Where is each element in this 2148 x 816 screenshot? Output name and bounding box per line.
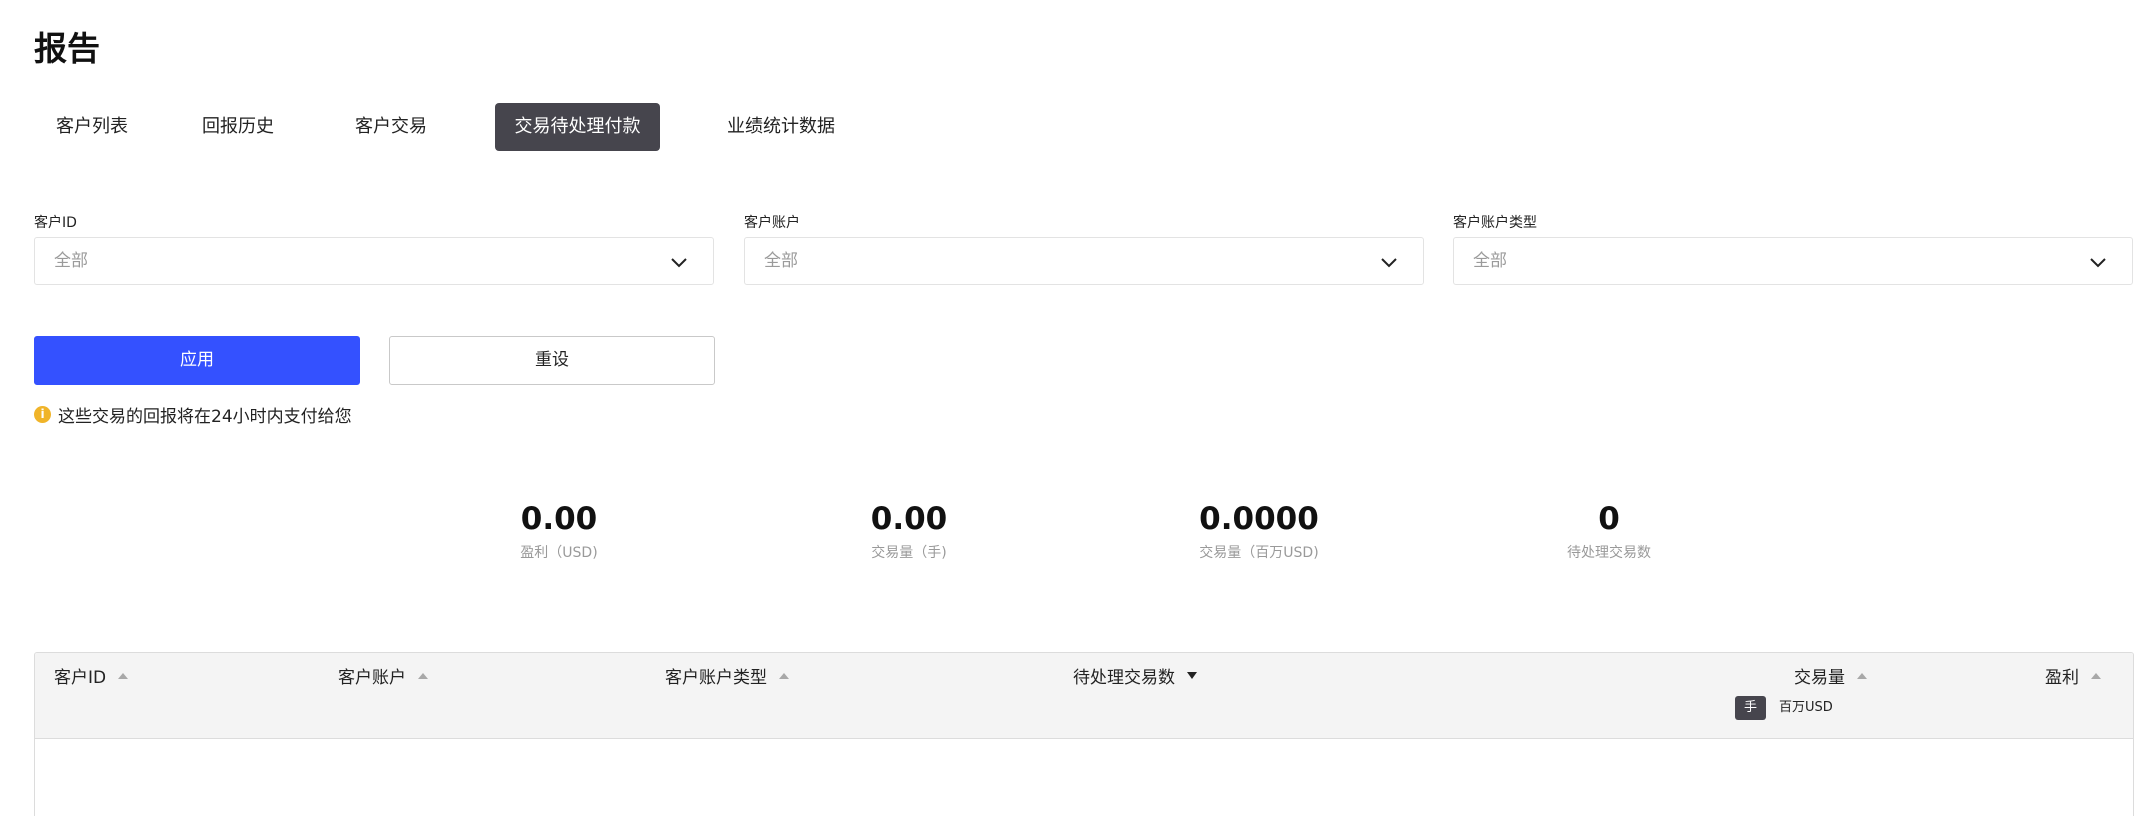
stat-profit-value: 0.00 [520, 501, 598, 537]
chevron-down-icon [671, 258, 687, 268]
stat-profit: 0.00 盈利（USD) [429, 500, 689, 562]
sort-asc-icon [2091, 672, 2101, 679]
pending-notice: i 这些交易的回报将在24小时内支付给您 [34, 402, 352, 427]
sort-asc-icon [118, 672, 129, 679]
stat-pending-trades: 0 待处理交易数 [1479, 500, 1739, 562]
column-header-profit[interactable]: 盈利 [2045, 663, 2101, 688]
volume-unit-toggle: 手 百万USD [1735, 696, 1842, 720]
report-page: 报告 客户列表 回报历史 客户交易 交易待处理付款 业绩统计数据 客户ID 全部… [0, 0, 2148, 816]
unit-musd-option[interactable]: 百万USD [1770, 696, 1842, 720]
tab-pending-payments[interactable]: 交易待处理付款 [495, 103, 660, 151]
client-account-select[interactable]: 全部 [744, 237, 1424, 285]
client-account-select-value: 全部 [764, 251, 798, 271]
stat-volume-musd-label: 交易量（百万USD) [1199, 545, 1319, 561]
pending-notice-text: 这些交易的回报将在24小时内支付给您 [58, 406, 352, 427]
client-id-select-value: 全部 [54, 251, 88, 271]
column-header-volume[interactable]: 交易量 [1794, 663, 1867, 688]
reset-button[interactable]: 重设 [389, 336, 715, 385]
table-header: 客户ID 客户账户 客户账户类型 待处理交易数 交易量 盈利 手 百万USD [35, 653, 2133, 739]
sort-desc-icon [1187, 672, 1197, 679]
stat-volume-lots-value: 0.00 [870, 501, 948, 537]
tab-rebate-history[interactable]: 回报历史 [188, 103, 288, 151]
stat-volume-musd: 0.0000 交易量（百万USD) [1129, 500, 1389, 562]
info-icon: i [34, 405, 51, 423]
stat-volume-lots-label: 交易量（手) [871, 545, 947, 561]
sort-asc-icon [1857, 672, 1867, 679]
stat-pending-trades-label: 待处理交易数 [1567, 545, 1651, 561]
column-header-client-account[interactable]: 客户账户 [338, 663, 428, 688]
pending-payments-table: 客户ID 客户账户 客户账户类型 待处理交易数 交易量 盈利 手 百万USD [34, 652, 2134, 816]
column-header-pending-trades[interactable]: 待处理交易数 [1073, 663, 1197, 688]
stat-profit-label: 盈利（USD) [520, 545, 598, 561]
client-account-label: 客户账户 [744, 215, 800, 231]
client-id-select[interactable]: 全部 [34, 237, 714, 285]
unit-lots-option[interactable]: 手 [1735, 696, 1767, 720]
client-account-type-select[interactable]: 全部 [1453, 237, 2133, 285]
column-header-account-type[interactable]: 客户账户类型 [665, 663, 789, 688]
sort-asc-icon [779, 672, 789, 679]
column-header-client-id[interactable]: 客户ID [54, 663, 129, 688]
client-account-type-label: 客户账户类型 [1453, 215, 1537, 231]
client-account-type-select-value: 全部 [1473, 251, 1507, 271]
stat-volume-musd-value: 0.0000 [1199, 501, 1319, 537]
tab-client-list[interactable]: 客户列表 [34, 103, 150, 151]
chevron-down-icon [1381, 258, 1397, 268]
apply-button[interactable]: 应用 [34, 336, 360, 385]
chevron-down-icon [2090, 258, 2106, 268]
stat-volume-lots: 0.00 交易量（手) [779, 500, 1039, 562]
tab-client-trades[interactable]: 客户交易 [341, 103, 441, 151]
page-title: 报告 [34, 29, 100, 68]
client-id-label: 客户ID [34, 215, 77, 231]
tab-performance-stats[interactable]: 业绩统计数据 [714, 103, 848, 151]
stat-pending-trades-value: 0 [1598, 501, 1620, 537]
sort-asc-icon [418, 672, 428, 679]
